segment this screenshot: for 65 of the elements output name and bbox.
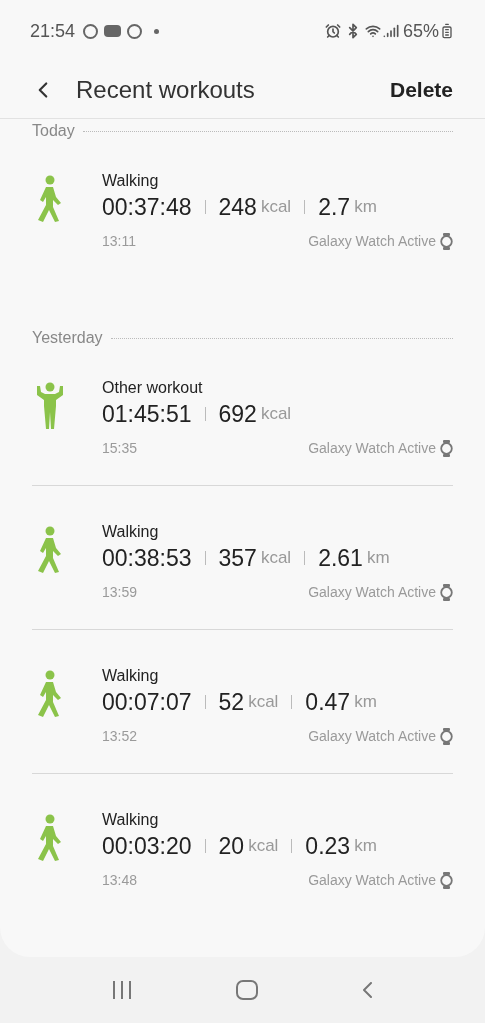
recent-apps-button[interactable] bbox=[112, 980, 131, 1000]
home-button[interactable] bbox=[236, 980, 258, 1000]
watch-icon bbox=[440, 440, 453, 457]
device-name: Galaxy Watch Active bbox=[308, 871, 436, 890]
signal-icon bbox=[382, 23, 399, 39]
workout-name: Walking bbox=[102, 810, 160, 830]
stat-unit: km bbox=[354, 196, 377, 218]
section-label: Yesterday bbox=[32, 328, 103, 348]
workout-time: 13:59 bbox=[102, 583, 138, 602]
watch-icon bbox=[440, 728, 453, 745]
notification-icon bbox=[127, 23, 143, 39]
stat-unit: km bbox=[366, 547, 390, 569]
walking-person-icon bbox=[36, 670, 62, 718]
walking-person-icon bbox=[36, 175, 62, 223]
stat-value: 0.47 bbox=[305, 688, 351, 716]
stat-value: 692 bbox=[218, 400, 257, 428]
page-title: Recent workouts bbox=[76, 75, 255, 105]
walking-person-icon bbox=[36, 814, 62, 862]
battery-percent: 65% bbox=[402, 19, 439, 43]
stat-value: 2.61 bbox=[318, 544, 363, 572]
wifi-icon bbox=[364, 23, 381, 39]
workout-name: Walking bbox=[102, 522, 160, 542]
stat-value: 52 bbox=[218, 688, 245, 716]
walking-person-icon bbox=[36, 526, 62, 574]
stat-unit: kcal bbox=[260, 196, 292, 218]
stat-value: 248 bbox=[218, 193, 257, 221]
stat-value: 2.7 bbox=[318, 193, 351, 221]
watch-icon bbox=[440, 233, 453, 250]
workout-time: 13:48 bbox=[102, 871, 138, 890]
stat-unit: km bbox=[354, 835, 377, 857]
watch-icon bbox=[440, 872, 453, 889]
stat-value: 0.23 bbox=[305, 832, 351, 860]
workout-duration: 00:03:20 bbox=[102, 832, 192, 860]
chevron-left-icon bbox=[363, 982, 373, 998]
device-name: Galaxy Watch Active bbox=[308, 439, 436, 458]
workout-name: Other workout bbox=[102, 378, 204, 398]
stat-value: 357 bbox=[218, 544, 257, 572]
stat-unit: kcal bbox=[260, 403, 292, 425]
flexing-person-icon bbox=[36, 382, 64, 430]
device-name: Galaxy Watch Active bbox=[308, 583, 436, 602]
watch-icon bbox=[440, 584, 453, 601]
workout-name: Walking bbox=[102, 171, 160, 191]
workout-duration: 00:37:48 bbox=[102, 193, 192, 221]
workout-duration: 00:07:07 bbox=[102, 688, 192, 716]
workout-duration: 00:38:53 bbox=[102, 544, 192, 572]
device-name: Galaxy Watch Active bbox=[308, 727, 436, 746]
status-time: 21:54 bbox=[30, 19, 76, 43]
workout-name: Walking bbox=[102, 666, 160, 686]
stat-unit: km bbox=[354, 691, 377, 713]
workout-time: 15:35 bbox=[102, 439, 138, 458]
workout-duration: 01:45:51 bbox=[102, 400, 192, 428]
delete-button[interactable]: Delete bbox=[389, 74, 453, 106]
workout-time: 13:11 bbox=[102, 232, 136, 251]
stat-unit: kcal bbox=[248, 691, 279, 713]
stat-unit: kcal bbox=[248, 835, 279, 857]
device-name: Galaxy Watch Active bbox=[308, 232, 436, 251]
stat-unit: kcal bbox=[260, 547, 292, 569]
alarm-icon bbox=[324, 23, 341, 39]
section-label: Today bbox=[32, 121, 75, 141]
notification-icon bbox=[83, 23, 99, 39]
notification-icon bbox=[104, 25, 122, 37]
battery-icon bbox=[439, 23, 455, 39]
back-nav-button[interactable] bbox=[363, 982, 373, 998]
workout-time: 13:52 bbox=[102, 727, 138, 746]
stat-value: 20 bbox=[218, 832, 245, 860]
